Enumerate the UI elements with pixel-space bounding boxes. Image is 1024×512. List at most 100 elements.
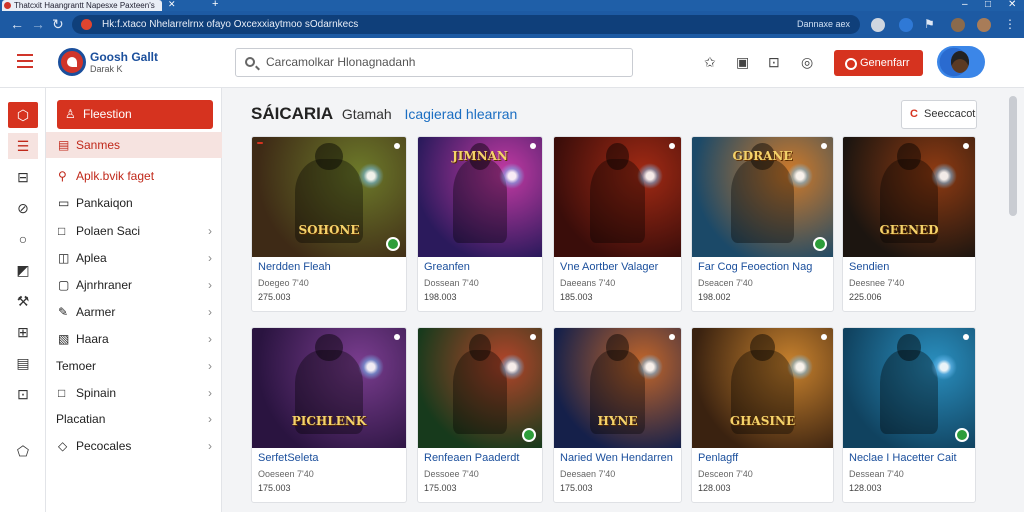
- calendar-icon[interactable]: ▣: [736, 54, 749, 70]
- game-title[interactable]: Naried Wen Hendarren: [560, 452, 680, 464]
- rail-flag-icon[interactable]: ◩: [8, 257, 38, 283]
- game-title[interactable]: SerfetSeleta: [258, 452, 378, 464]
- game-thumbnail[interactable]: [418, 328, 542, 448]
- tab-close-icon[interactable]: ✕: [168, 0, 176, 10]
- menu-dots-icon[interactable]: ⋮: [1004, 15, 1016, 33]
- sidebar-item-label: Placatian: [56, 412, 106, 426]
- sidebar-item-5[interactable]: ◫ Aplea ›: [46, 245, 222, 271]
- sidebar-item-7[interactable]: ✎ Aarmer ›: [46, 299, 222, 325]
- game-title[interactable]: Far Cog Feoection Nag: [698, 261, 818, 273]
- rail-grid-icon[interactable]: ⊞: [8, 319, 38, 345]
- image-icon: ▧: [58, 332, 70, 346]
- rail-shield-icon[interactable]: ⬠: [8, 438, 38, 464]
- game-card[interactable]: PICHLENK SerfetSeleta Ooeseen 7'40 175.003: [251, 327, 407, 503]
- rail-tile-icon[interactable]: ▤: [8, 350, 38, 376]
- game-card[interactable]: HYNE Naried Wen Hendarren Deesaen 7'40 175.…: [553, 327, 682, 503]
- rail-bag-icon[interactable]: ⊟: [8, 164, 38, 190]
- game-card[interactable]: Vne Aortber Valager Daeeans 7'40 185.003: [553, 136, 682, 312]
- game-card[interactable]: Neclae I Hacetter Cait Dessean 7'40 128.00…: [842, 327, 976, 503]
- brand-logo[interactable]: [58, 48, 86, 76]
- game-thumbnail[interactable]: [554, 137, 681, 257]
- game-title[interactable]: Sendien: [849, 261, 969, 273]
- rail-list-icon[interactable]: ☰: [8, 133, 38, 159]
- game-title[interactable]: Vne Aortber Valager: [560, 261, 680, 273]
- sidebar-item-3[interactable]: ▭ Pankaiqon: [46, 190, 222, 216]
- game-title[interactable]: Nerdden Fleah: [258, 261, 378, 273]
- back-arrow-icon[interactable]: ←: [10, 15, 24, 33]
- scrollbar-thumb[interactable]: [1009, 96, 1017, 216]
- game-card[interactable]: GDRANE Far Cog Feoection Nag Dseacen 7'40 1…: [691, 136, 834, 312]
- game-title[interactable]: Penlagff: [698, 452, 818, 464]
- star-icon[interactable]: ✩: [704, 54, 716, 70]
- rail-circle-icon[interactable]: ○: [8, 226, 38, 252]
- app-header: Goosh Gallt Darak K Carcamolkar Hlonagna…: [0, 38, 1024, 88]
- search-input[interactable]: Carcamolkar Hlonagnadanh: [235, 48, 633, 77]
- sidebar-item-8[interactable]: ▧ Haara ›: [46, 326, 222, 352]
- rail-compass-icon[interactable]: ⊘: [8, 195, 38, 221]
- sidebar-item-label: Aplk.bvik faget: [76, 169, 155, 183]
- site-info-icon[interactable]: [81, 19, 92, 30]
- primary-action-button[interactable]: Genenfarr: [834, 50, 923, 76]
- square-icon: □: [58, 386, 66, 400]
- hamburger-menu-icon[interactable]: [17, 54, 33, 72]
- sync-icon[interactable]: [899, 18, 913, 32]
- game-card[interactable]: JIMNAN Greanfen Dossean 7'40 198.003: [417, 136, 543, 312]
- user-avatar[interactable]: [937, 46, 985, 78]
- game-card[interactable]: GEENED Sendien Deesnee 7'40 225.006: [842, 136, 976, 312]
- game-thumbnail[interactable]: PICHLENK: [252, 328, 406, 448]
- new-tab-icon[interactable]: +: [212, 0, 218, 10]
- game-meta: Doegeo 7'40: [258, 278, 309, 288]
- game-card[interactable]: Renfeaen Paaderdt Dessoee 7'40 175.003: [417, 327, 543, 503]
- second-profile-icon[interactable]: [977, 18, 991, 32]
- page-scrollbar[interactable]: [1008, 88, 1018, 512]
- page-title-mid: Gtamah: [341, 106, 392, 122]
- sidebar-item-2[interactable]: ⚲ Aplk.bvik faget: [46, 163, 222, 189]
- game-title[interactable]: Neclae I Hacetter Cait: [849, 452, 969, 464]
- sidebar-item-12[interactable]: ◇ Pecocales ›: [46, 433, 222, 459]
- sidebar-item-1[interactable]: ▤ Sanmes: [46, 132, 222, 158]
- pin-icon: ⚲: [58, 169, 67, 183]
- sidebar-item-10[interactable]: □ Spinain ›: [46, 380, 222, 406]
- sidebar-item-4[interactable]: □ Polaen Saci ›: [46, 218, 222, 244]
- notification-icon[interactable]: ◎: [801, 54, 813, 70]
- search-icon: [245, 57, 255, 67]
- game-card[interactable]: SOHONE Nerdden Fleah Doegeo 7'40 275.003: [251, 136, 407, 312]
- rail-hexagon-icon[interactable]: ⬡: [8, 102, 38, 128]
- game-thumbnail[interactable]: JIMNAN: [418, 137, 542, 257]
- game-thumbnail[interactable]: GHASINE: [692, 328, 833, 448]
- sidebar-item-0[interactable]: ♙ Fleestion: [57, 100, 213, 129]
- sidebar-item-11[interactable]: Placatian ›: [46, 406, 222, 432]
- game-thumbnail[interactable]: GDRANE: [692, 137, 833, 257]
- filter-button[interactable]: Seeccacot: [901, 100, 977, 129]
- tab-favicon-icon: [4, 2, 11, 9]
- address-bar[interactable]: Hk:f.xtaco Nhelarrelrnx ofayo Oxcexxiayt…: [72, 15, 860, 34]
- rail-apps-icon[interactable]: ⊡: [8, 381, 38, 407]
- game-meta: Desceon 7'40: [698, 469, 753, 479]
- sidebar-item-6[interactable]: ▢ Ajnrhraner ›: [46, 272, 222, 298]
- game-price: 175.003: [560, 483, 593, 493]
- browser-tab[interactable]: Thatcxit Haangrantt Napesxe Paxteen's: [2, 0, 162, 11]
- window-close-icon[interactable]: ✕: [1008, 0, 1016, 10]
- sidebar-item-9[interactable]: Temoer ›: [46, 353, 222, 379]
- reload-icon[interactable]: ↻: [52, 15, 64, 33]
- sidebar-item-label: Temoer: [56, 359, 97, 373]
- bookmark-icon[interactable]: ⚑: [924, 15, 935, 33]
- forward-arrow-icon[interactable]: →: [31, 15, 45, 33]
- page-title-link[interactable]: Icagierad hlearran: [404, 106, 517, 122]
- game-title[interactable]: Greanfen: [424, 261, 542, 273]
- game-thumbnail[interactable]: [843, 328, 975, 448]
- maximize-icon[interactable]: □: [985, 0, 991, 10]
- shopping-bag-icon[interactable]: ⊡: [768, 54, 780, 70]
- game-thumbnail[interactable]: HYNE: [554, 328, 681, 448]
- extension-icon[interactable]: [871, 18, 885, 32]
- rail-tools-icon[interactable]: ⚒: [8, 288, 38, 314]
- minimize-icon[interactable]: –: [962, 0, 968, 10]
- chevron-right-icon: ›: [208, 251, 212, 265]
- game-thumbnail[interactable]: SOHONE: [252, 137, 406, 257]
- character-figure: [879, 334, 939, 434]
- list-icon: ▤: [58, 138, 70, 152]
- game-card[interactable]: GHASINE Penlagff Desceon 7'40 128.003: [691, 327, 834, 503]
- profile-avatar-icon[interactable]: [951, 18, 965, 32]
- game-title[interactable]: Renfeaen Paaderdt: [424, 452, 542, 464]
- game-thumbnail[interactable]: GEENED: [843, 137, 975, 257]
